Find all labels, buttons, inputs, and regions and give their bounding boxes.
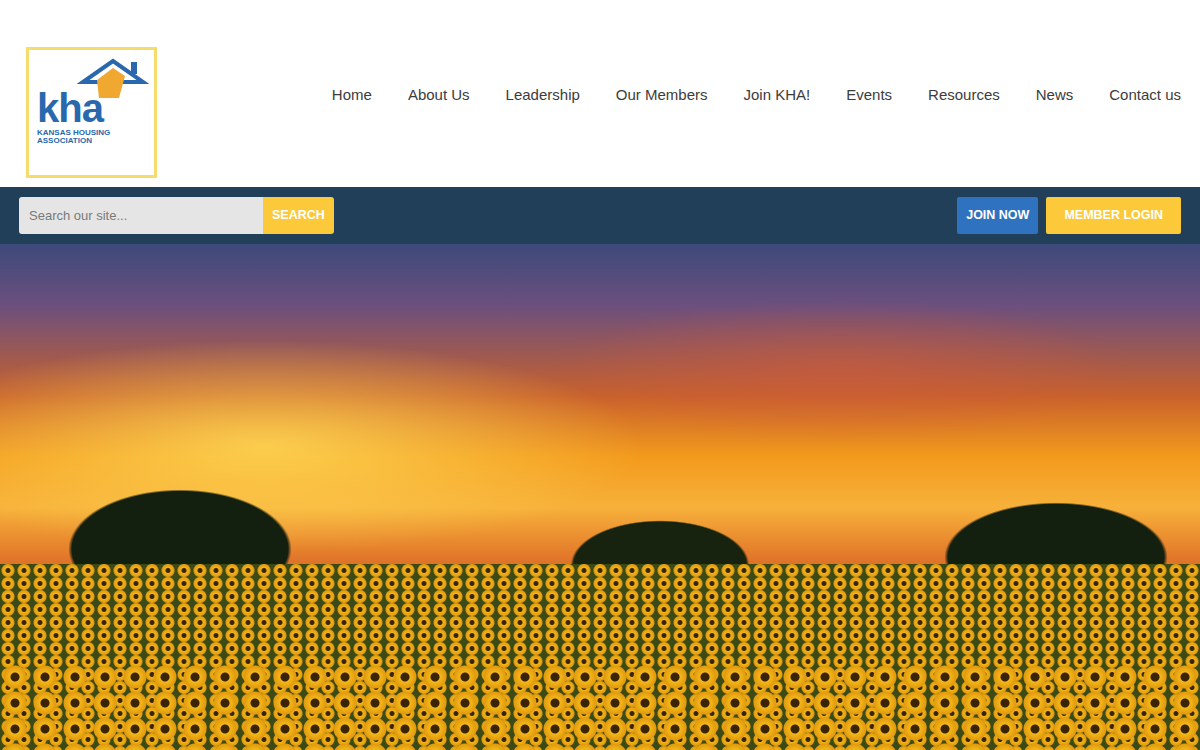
hero-image [0, 244, 1200, 750]
main-nav: HomeAbout UsLeadershipOur MembersJoin KH… [332, 82, 1181, 109]
site-logo[interactable]: kha KANSAS HOUSING ASSOCIATION [26, 47, 157, 178]
nav-link[interactable]: Events [810, 82, 892, 109]
nav-link[interactable]: News [1000, 82, 1074, 109]
nav-link[interactable]: Leadership [470, 82, 580, 109]
logo-letters: kha [37, 88, 103, 128]
account-actions: JOIN NOWMEMBER LOGIN [957, 197, 1181, 234]
nav-link[interactable]: Join KHA! [708, 82, 811, 109]
nav-link[interactable]: Home [332, 82, 372, 109]
join-button[interactable]: JOIN NOW [957, 197, 1038, 234]
toolbar: SEARCH JOIN NOWMEMBER LOGIN [0, 187, 1200, 244]
nav-link[interactable]: Contact us [1073, 82, 1181, 109]
search-button[interactable]: SEARCH [263, 197, 334, 234]
nav-link[interactable]: Our Members [580, 82, 708, 109]
logo-name: KANSAS HOUSING ASSOCIATION [37, 129, 133, 146]
search-input[interactable] [19, 197, 263, 234]
site-header: kha KANSAS HOUSING ASSOCIATION HomeAbout… [0, 0, 1200, 187]
nav-link[interactable]: Resources [892, 82, 1000, 109]
search-form: SEARCH [19, 197, 334, 234]
login-button[interactable]: MEMBER LOGIN [1046, 197, 1181, 234]
nav-link[interactable]: About Us [372, 82, 470, 109]
